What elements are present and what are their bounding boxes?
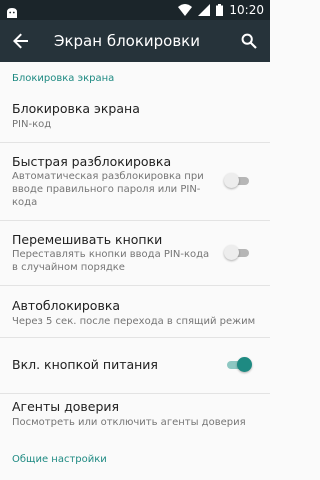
setting-trust-agents[interactable]: Агенты доверия Посмотреть или отключить … bbox=[0, 394, 270, 441]
setting-title: Вкл. кнопкой питания bbox=[12, 357, 158, 372]
setting-summary: Через 5 сек. после перехода в спящий реж… bbox=[12, 316, 256, 327]
status-time: 10:20 bbox=[229, 3, 264, 17]
android-head-icon bbox=[6, 4, 18, 18]
toggle-thumb bbox=[224, 173, 239, 188]
back-arrow-icon[interactable] bbox=[10, 30, 32, 52]
toggle-thumb bbox=[237, 357, 252, 372]
setting-title: Блокировка экрана bbox=[12, 101, 140, 116]
setting-quick-unlock[interactable]: Быстрая разблокировка Автоматическая раз… bbox=[0, 143, 270, 220]
setting-summary: Переставлять кнопки ввода PIN-кода в слу… bbox=[12, 249, 210, 273]
setting-title: Автоблокировка bbox=[12, 298, 121, 313]
shuffle-keys-toggle[interactable] bbox=[224, 245, 250, 261]
setting-title: Перемешивать кнопки bbox=[12, 232, 163, 247]
status-bar: 10:20 bbox=[0, 0, 270, 20]
setting-power-button-lock[interactable]: Вкл. кнопкой питания bbox=[0, 338, 270, 393]
toggle-thumb bbox=[224, 245, 239, 260]
setting-title: Быстрая разблокировка bbox=[12, 154, 172, 169]
quick-unlock-toggle[interactable] bbox=[224, 173, 250, 189]
page-title: Экран блокировки bbox=[54, 32, 200, 50]
setting-shuffle-keys[interactable]: Перемешивать кнопки Переставлять кнопки … bbox=[0, 221, 270, 285]
search-icon[interactable] bbox=[238, 30, 260, 52]
setting-summary: Посмотреть или отключить агенты доверия bbox=[12, 417, 246, 428]
setting-summary: PIN-код bbox=[12, 119, 52, 130]
power-button-lock-toggle[interactable] bbox=[226, 357, 252, 373]
wifi-icon bbox=[178, 1, 193, 20]
battery-icon bbox=[216, 1, 224, 20]
section-header-general: Общие настройки bbox=[12, 454, 107, 465]
section-header-lock-screen: Блокировка экрана bbox=[12, 73, 115, 84]
setting-title: Агенты доверия bbox=[12, 399, 120, 414]
settings-list: Блокировка экрана Блокировка экрана PIN-… bbox=[0, 62, 270, 480]
toolbar: Экран блокировки bbox=[0, 20, 270, 62]
setting-screen-lock[interactable]: Блокировка экрана PIN-код bbox=[0, 92, 270, 142]
signal-icon bbox=[198, 1, 211, 20]
setting-summary: Автоматическая разблокировка при вводе п… bbox=[12, 171, 204, 208]
setting-auto-lock[interactable]: Автоблокировка Через 5 сек. после перехо… bbox=[0, 286, 270, 337]
